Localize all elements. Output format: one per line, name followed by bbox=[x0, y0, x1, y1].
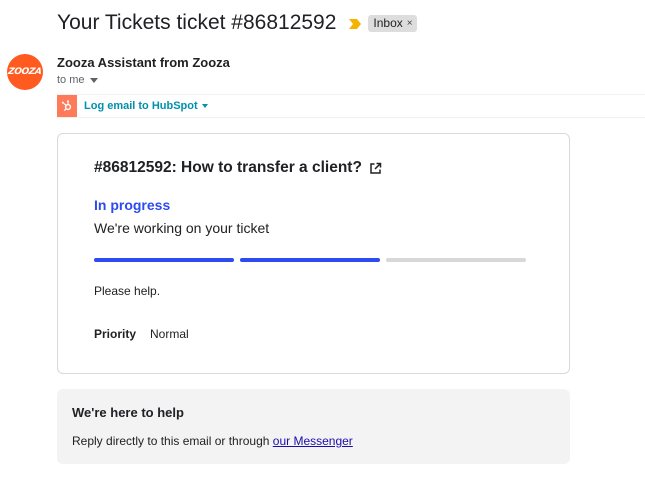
ticket-description: Please help. bbox=[94, 284, 161, 298]
help-text-prefix: Reply directly to this email or through bbox=[72, 434, 273, 448]
sender-avatar[interactable]: ZOOZA bbox=[7, 54, 43, 90]
help-text: Reply directly to this email or through … bbox=[72, 434, 353, 448]
help-box: We're here to help Reply directly to thi… bbox=[57, 389, 570, 464]
remove-label-icon[interactable]: × bbox=[407, 18, 413, 29]
email-subject: Your Tickets ticket #86812592 bbox=[57, 11, 337, 34]
external-link-icon[interactable] bbox=[369, 162, 382, 175]
recipient-text: to me bbox=[57, 74, 85, 86]
inbox-label-chip[interactable]: Inbox × bbox=[368, 14, 417, 32]
progress-segment bbox=[386, 258, 526, 262]
priority-value: Normal bbox=[150, 327, 189, 341]
ticket-card: #86812592: How to transfer a client? In … bbox=[57, 133, 570, 374]
recipient-row[interactable]: to me bbox=[57, 74, 98, 86]
recipient-details-chevron-icon[interactable] bbox=[89, 77, 98, 83]
log-email-hubspot-button[interactable]: Log email to HubSpot bbox=[84, 100, 208, 112]
ticket-status-description: We're working on your ticket bbox=[94, 220, 270, 236]
label-important-icon[interactable] bbox=[348, 17, 362, 29]
hubspot-link-label: Log email to HubSpot bbox=[84, 100, 198, 112]
ticket-title: #86812592: How to transfer a client? bbox=[94, 159, 362, 176]
priority-label: Priority bbox=[94, 327, 137, 341]
avatar-logo-text: ZOOZA bbox=[7, 67, 43, 77]
messenger-link[interactable]: our Messenger bbox=[273, 434, 353, 448]
progress-segment bbox=[240, 258, 380, 262]
sender-name[interactable]: Zooza Assistant from Zooza bbox=[57, 55, 230, 70]
hubspot-icon bbox=[57, 95, 77, 117]
subject-row: Your Tickets ticket #86812592 Inbox × bbox=[57, 10, 417, 36]
ticket-title-row: #86812592: How to transfer a client? bbox=[94, 159, 382, 177]
help-title: We're here to help bbox=[72, 405, 184, 420]
hubspot-toolbar: Log email to HubSpot bbox=[57, 94, 645, 118]
ticket-priority-row: Priority Normal bbox=[94, 327, 189, 341]
progress-segment bbox=[94, 258, 234, 262]
hubspot-chevron-down-icon bbox=[201, 104, 208, 108]
ticket-progress-bar bbox=[94, 258, 526, 262]
inbox-label-text: Inbox bbox=[373, 16, 403, 30]
ticket-status: In progress bbox=[94, 197, 171, 213]
